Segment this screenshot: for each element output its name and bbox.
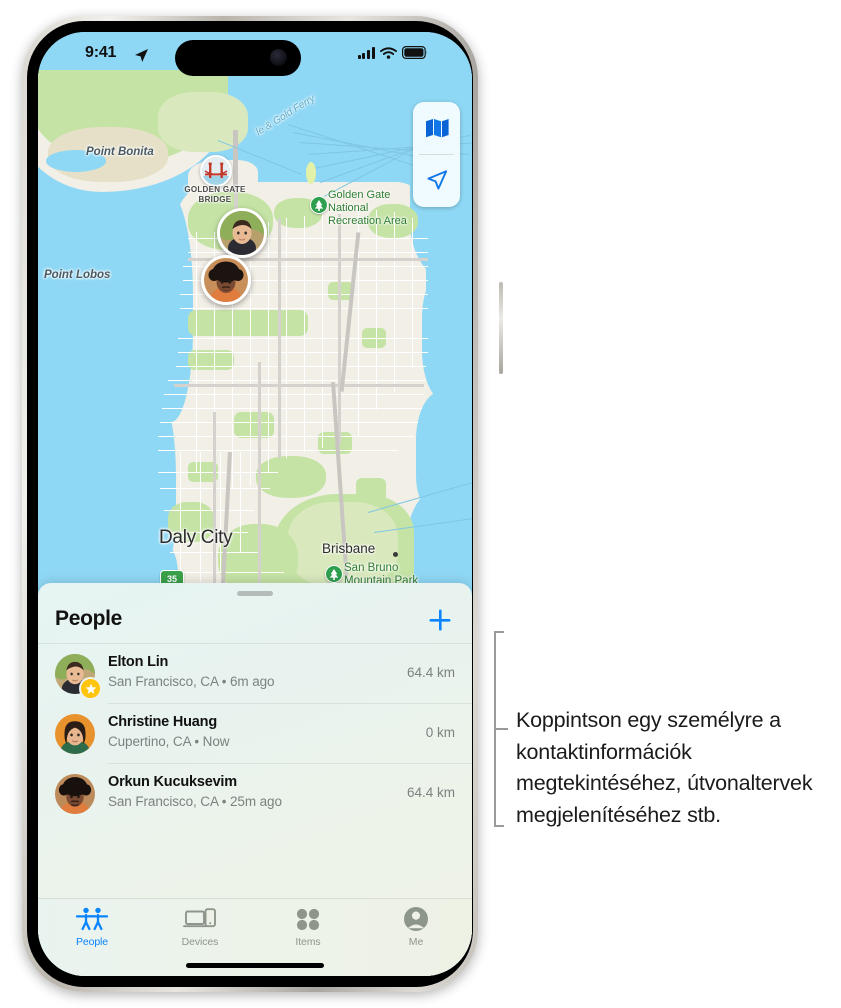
map-label-ggnra-2: National xyxy=(328,202,369,214)
map-controls-panel xyxy=(413,102,460,207)
home-indicator[interactable] xyxy=(186,963,324,968)
status-bar: 9:41 xyxy=(38,32,472,82)
sheet-grabber[interactable] xyxy=(237,591,273,596)
map-label-ggnra-3: Recreation Area xyxy=(328,215,407,227)
status-time: 9:41 xyxy=(85,44,117,61)
map-pin-elton[interactable] xyxy=(217,208,267,258)
map-label-brisbane: Brisbane xyxy=(322,541,376,556)
map-layers-button[interactable] xyxy=(413,102,460,154)
tabbar-divider xyxy=(38,898,472,899)
people-sheet: People Elton Lin San Francisco, CA • 6m … xyxy=(38,583,472,976)
tab-label-me: Me xyxy=(408,936,424,948)
list-item[interactable]: Christine Huang Cupertino, CA • Now 0 km xyxy=(38,704,472,763)
avatar xyxy=(55,774,95,814)
person-location: San Francisco, CA • 25m ago xyxy=(108,794,282,809)
tab-devices[interactable]: Devices xyxy=(146,906,254,954)
callout-text: Koppintson egy személyre a kontaktinform… xyxy=(516,708,813,827)
person-name: Elton Lin xyxy=(108,654,169,670)
list-item[interactable]: Orkun Kucuksevim San Francisco, CA • 25m… xyxy=(38,764,472,823)
person-location: Cupertino, CA • Now xyxy=(108,734,230,749)
laptop-phone-icon xyxy=(146,906,254,932)
sheet-header: People xyxy=(38,600,472,644)
tab-items[interactable]: Items xyxy=(254,906,362,954)
golden-gate-bridge-icon xyxy=(200,155,232,187)
two-people-icon xyxy=(38,906,146,932)
brisbane-dot xyxy=(393,552,398,557)
tab-label-items: Items xyxy=(295,936,321,948)
battery-icon xyxy=(402,46,428,59)
map-pin-orkun[interactable] xyxy=(201,255,251,305)
park-icon-ggnra xyxy=(310,196,328,214)
person-circle-icon xyxy=(362,906,470,932)
tab-me[interactable]: Me xyxy=(362,906,470,954)
person-name: Christine Huang xyxy=(108,714,217,730)
phone-bezel: le & Gold Ferry Ti Point Bonita Point Lo… xyxy=(27,21,473,987)
phone-screen: le & Gold Ferry Ti Point Bonita Point Lo… xyxy=(38,32,472,976)
front-camera xyxy=(270,49,287,66)
tab-label-devices: Devices xyxy=(181,936,219,948)
avatar xyxy=(55,714,95,754)
map-label-golden-gate: GOLDEN GATE xyxy=(184,185,246,194)
map-label-bridge: BRIDGE xyxy=(198,195,232,204)
cellular-signal-icon xyxy=(357,47,375,59)
current-location-button[interactable] xyxy=(413,154,460,206)
tab-people[interactable]: People xyxy=(38,906,146,954)
wifi-icon xyxy=(380,47,397,59)
map-label-point-lobos: Point Lobos xyxy=(44,269,111,281)
map-label-point-bonita: Point Bonita xyxy=(86,146,154,158)
tab-label-people: People xyxy=(75,936,109,948)
person-name: Orkun Kucuksevim xyxy=(108,774,237,790)
map-label-ggnra-1: Golden Gate xyxy=(328,189,391,201)
park-icon-san-bruno xyxy=(325,565,343,583)
phone-frame: le & Gold Ferry Ti Point Bonita Point Lo… xyxy=(22,16,503,992)
person-location: San Francisco, CA • 6m ago xyxy=(108,674,275,689)
favorite-star-icon xyxy=(79,677,102,700)
person-distance: 0 km xyxy=(425,725,455,740)
person-distance: 64.4 km xyxy=(406,785,455,800)
map-label-daly-city: Daly City xyxy=(159,527,233,548)
callout-bracket xyxy=(491,631,508,827)
person-distance: 64.4 km xyxy=(406,665,455,680)
add-person-button[interactable] xyxy=(425,605,455,635)
map-label-san-bruno-1: San Bruno xyxy=(344,562,399,574)
power-button[interactable] xyxy=(499,282,503,374)
page-title: People xyxy=(55,607,123,630)
four-dots-icon xyxy=(254,906,362,932)
list-item[interactable]: Elton Lin San Francisco, CA • 6m ago 64.… xyxy=(38,644,472,703)
location-arrow-icon xyxy=(134,48,149,68)
status-indicators xyxy=(357,46,428,59)
